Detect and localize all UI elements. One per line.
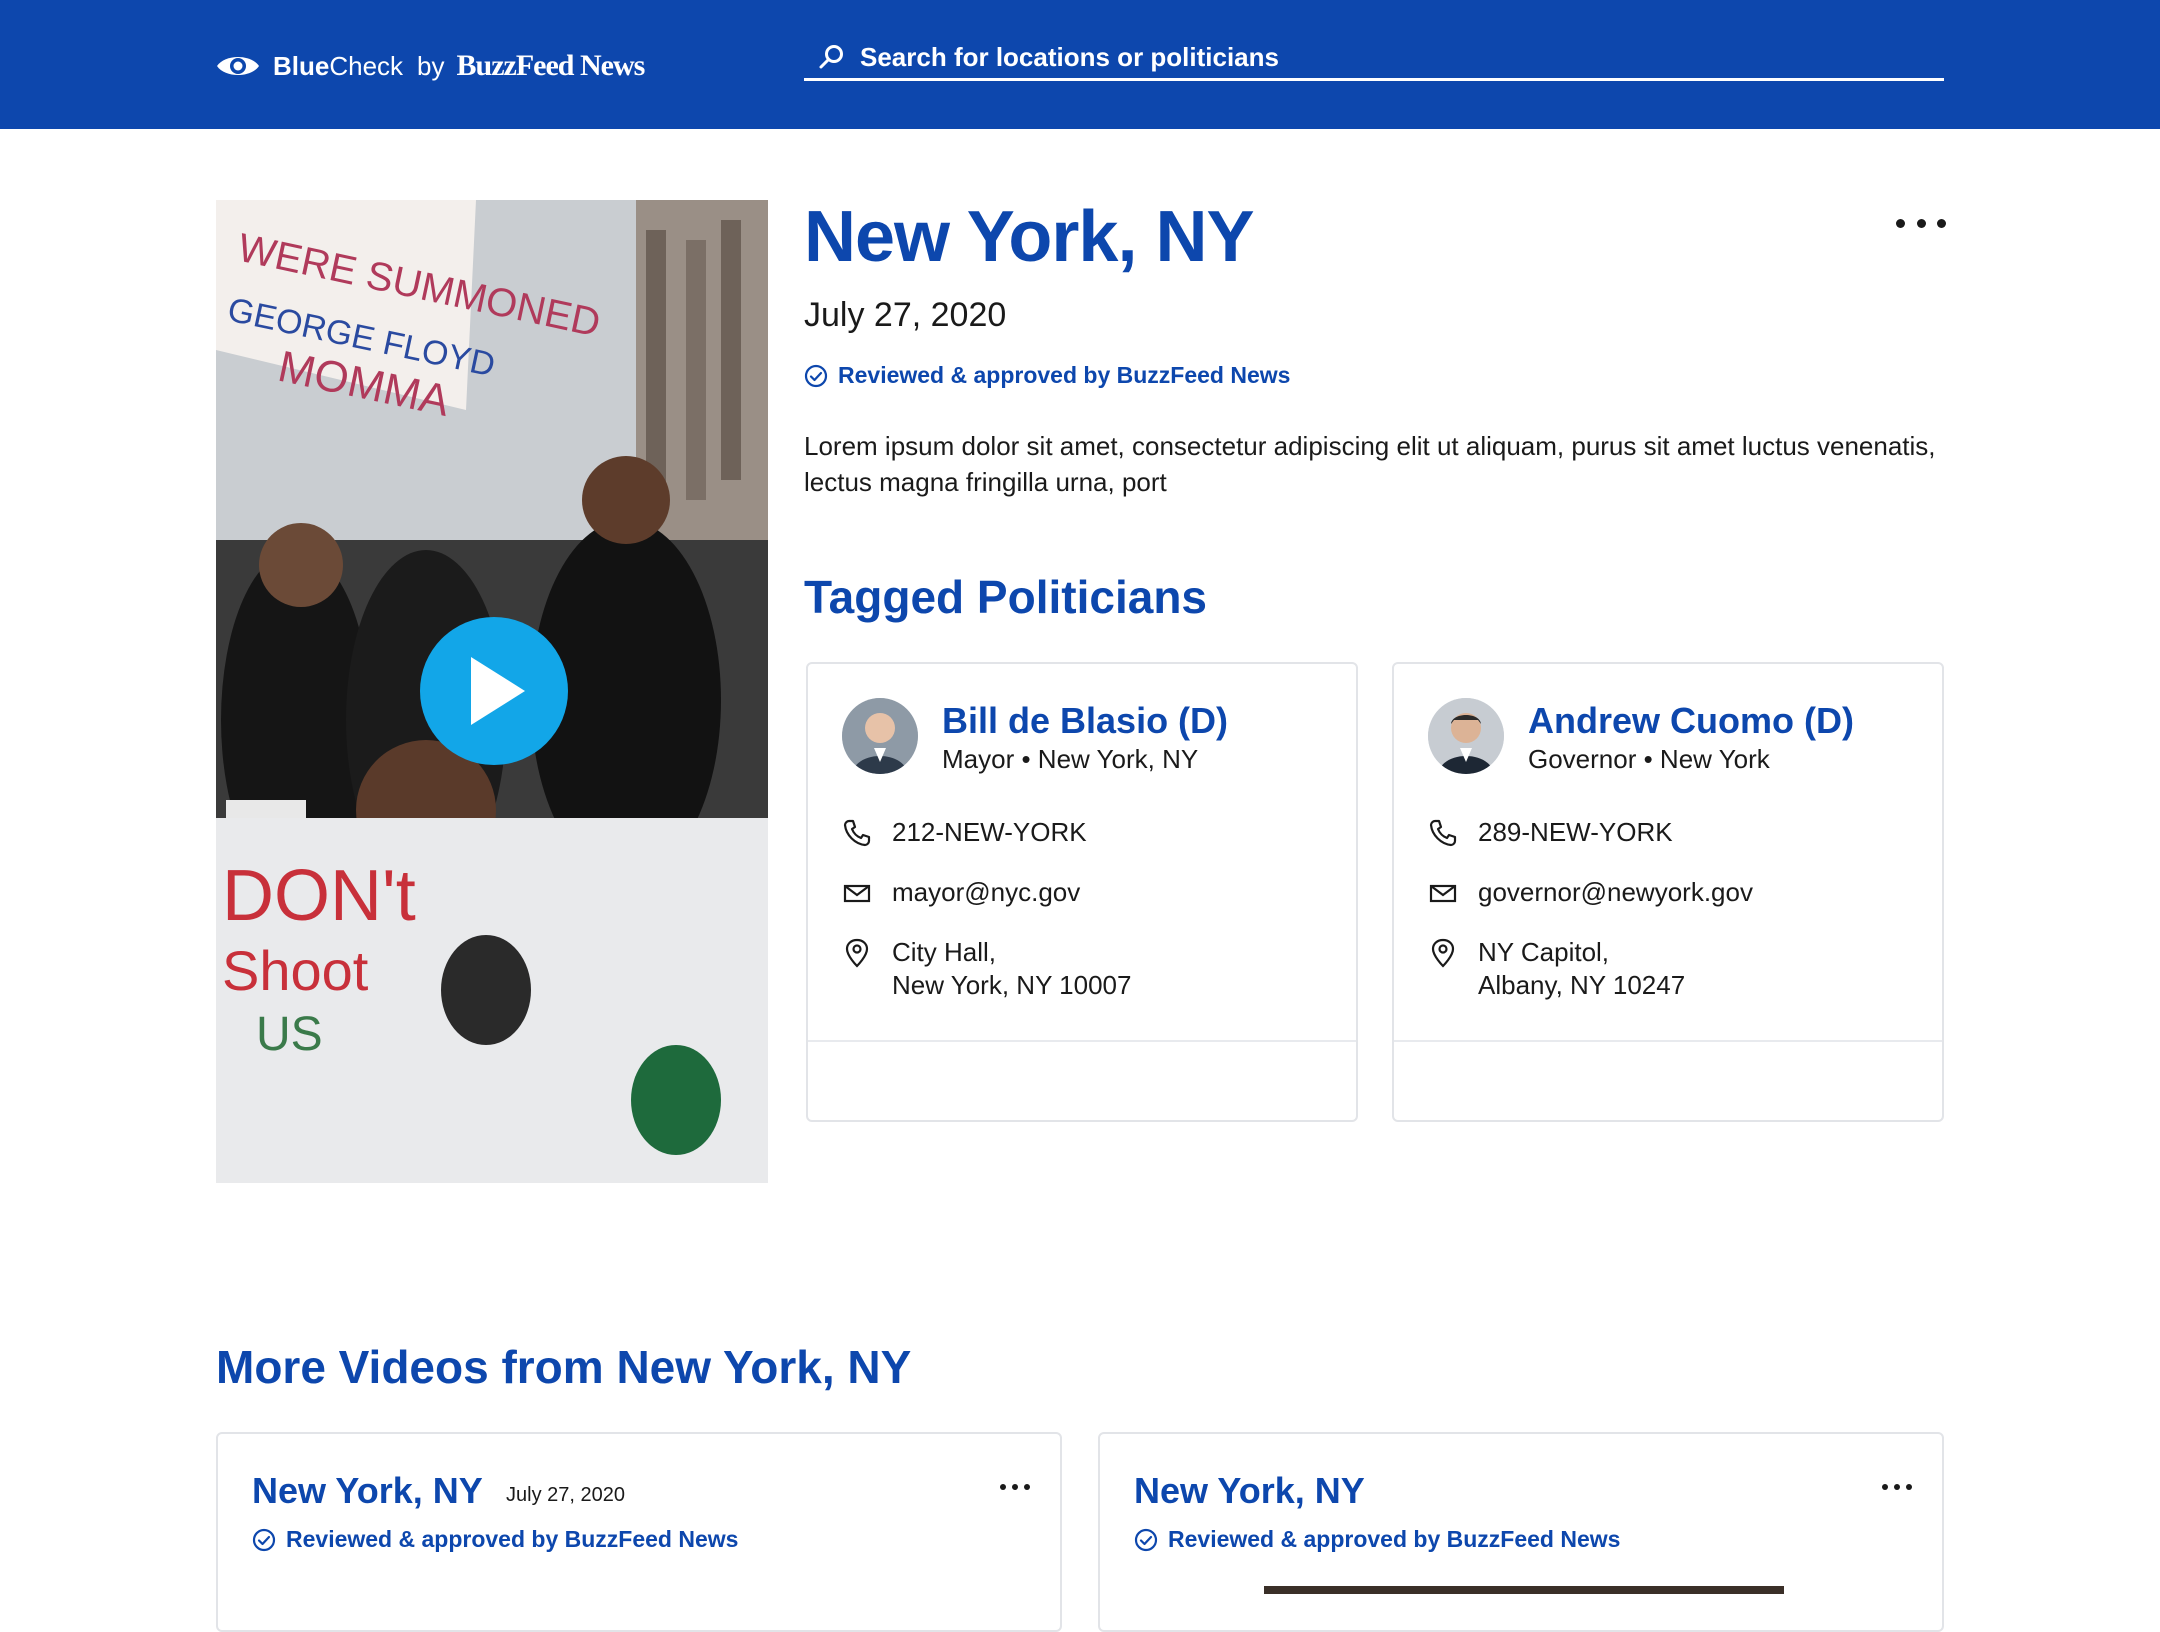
- check-circle-icon: [1134, 1528, 1158, 1551]
- map-pin-icon: [1431, 938, 1455, 968]
- politician-card[interactable]: Bill de Blasio (D) Mayor • New York, NY …: [806, 662, 1358, 1122]
- address-row: City Hall, New York, NY 10007: [842, 936, 1131, 1002]
- more-icon: [1882, 1484, 1888, 1490]
- more-icon: [1937, 218, 1946, 228]
- reviewed-badge: Reviewed & approved by BuzzFeed News: [804, 362, 1290, 389]
- more-icon: [1906, 1484, 1912, 1490]
- check-circle-icon: [804, 364, 828, 387]
- video-card[interactable]: New York, NY Reviewed & approved by Buzz…: [1098, 1432, 1944, 1632]
- reviewed-text: Reviewed & approved by BuzzFeed News: [286, 1526, 739, 1552]
- video-card[interactable]: New York, NY July 27, 2020 Reviewed & ap…: [216, 1432, 1062, 1632]
- phone-icon: [1429, 819, 1457, 847]
- email-row[interactable]: governor@newyork.gov: [1428, 876, 1753, 909]
- more-icon: [1012, 1484, 1018, 1490]
- more-icon: [1024, 1484, 1030, 1490]
- search-input[interactable]: Search for locations or politicians: [860, 42, 1279, 73]
- video-card-date: July 27, 2020: [506, 1484, 625, 1506]
- address-row: NY Capitol, Albany, NY 10247: [1428, 936, 1685, 1002]
- reviewed-text: Reviewed & approved by BuzzFeed News: [838, 362, 1291, 388]
- phone-icon: [843, 819, 871, 847]
- politician-card[interactable]: Andrew Cuomo (D) Governor • New York 289…: [1392, 662, 1944, 1122]
- address-line-2: Albany, NY 10247: [1478, 970, 1686, 1000]
- more-icon: [1894, 1484, 1900, 1490]
- phone-number[interactable]: 212-NEW-YORK: [892, 816, 1087, 849]
- more-icon: [1000, 1484, 1006, 1490]
- brand-light: Check: [329, 50, 404, 81]
- more-icon: [1896, 218, 1905, 228]
- more-videos-heading: More Videos from New York, NY: [216, 1341, 912, 1393]
- email-address[interactable]: governor@newyork.gov: [1478, 876, 1753, 909]
- phone-row[interactable]: 212-NEW-YORK: [842, 816, 1087, 849]
- reviewed-badge: Reviewed & approved by BuzzFeed News: [252, 1526, 738, 1553]
- reviewed-badge: Reviewed & approved by BuzzFeed News: [1134, 1526, 1620, 1553]
- check-circle-icon: [252, 1528, 276, 1551]
- phone-row[interactable]: 289-NEW-YORK: [1428, 816, 1673, 849]
- play-icon: [471, 657, 525, 725]
- brand-by: by: [417, 50, 445, 81]
- publisher-logo: BuzzFeed News: [456, 49, 646, 82]
- politician-role: Mayor • New York, NY: [942, 744, 1199, 774]
- bluecheck-logo[interactable]: Blue Check by BuzzFeed News: [215, 46, 646, 86]
- reviewed-text: Reviewed & approved by BuzzFeed News: [1168, 1526, 1621, 1552]
- address-line-2: New York, NY 10007: [892, 970, 1132, 1000]
- more-icon: [1916, 218, 1926, 228]
- map-pin-icon: [845, 938, 869, 968]
- svg-text:US: US: [256, 1008, 323, 1061]
- email-row[interactable]: mayor@nyc.gov: [842, 876, 1080, 909]
- card-divider: [808, 1040, 1356, 1042]
- politician-name[interactable]: Bill de Blasio (D): [942, 700, 1228, 742]
- video-thumbnail[interactable]: WERE SUMMONED GEORGE FLOYD MOMMA DON't S…: [216, 200, 768, 1183]
- mail-icon: [1429, 884, 1457, 903]
- more-options-button[interactable]: [1896, 208, 1946, 238]
- avatar: [842, 698, 918, 774]
- tagged-politicians-heading: Tagged Politicians: [804, 571, 1207, 623]
- video-card-title[interactable]: New York, NY: [252, 1470, 483, 1512]
- top-bar: Blue Check by BuzzFeed News Search for l…: [0, 0, 2160, 129]
- address-line-1: City Hall,: [892, 937, 997, 967]
- search-icon: [819, 45, 843, 69]
- video-card-more-button[interactable]: [1882, 1480, 1912, 1494]
- play-button[interactable]: [420, 617, 568, 765]
- eye-icon: [217, 57, 259, 75]
- email-address[interactable]: mayor@nyc.gov: [892, 876, 1080, 909]
- location-description: Lorem ipsum dolor sit amet, consectetur …: [804, 431, 1936, 497]
- svg-text:DON't: DON't: [222, 856, 416, 936]
- politician-name[interactable]: Andrew Cuomo (D): [1528, 700, 1854, 742]
- page-title: New York, NY: [804, 197, 1254, 277]
- brand-bold: Blue: [273, 50, 330, 81]
- video-card-more-button[interactable]: [1000, 1480, 1030, 1494]
- mail-icon: [843, 884, 871, 903]
- post-date: July 27, 2020: [804, 296, 1007, 334]
- search-bar[interactable]: Search for locations or politicians: [804, 36, 1944, 81]
- svg-text:Shoot: Shoot: [222, 939, 369, 1002]
- politician-role: Governor • New York: [1528, 744, 1770, 774]
- video-thumbnail-preview[interactable]: [1264, 1586, 1784, 1594]
- phone-number[interactable]: 289-NEW-YORK: [1478, 816, 1673, 849]
- video-card-title[interactable]: New York, NY: [1134, 1470, 1365, 1512]
- address-line-1: NY Capitol,: [1478, 937, 1610, 967]
- card-divider: [1394, 1040, 1942, 1042]
- avatar: [1428, 698, 1504, 774]
